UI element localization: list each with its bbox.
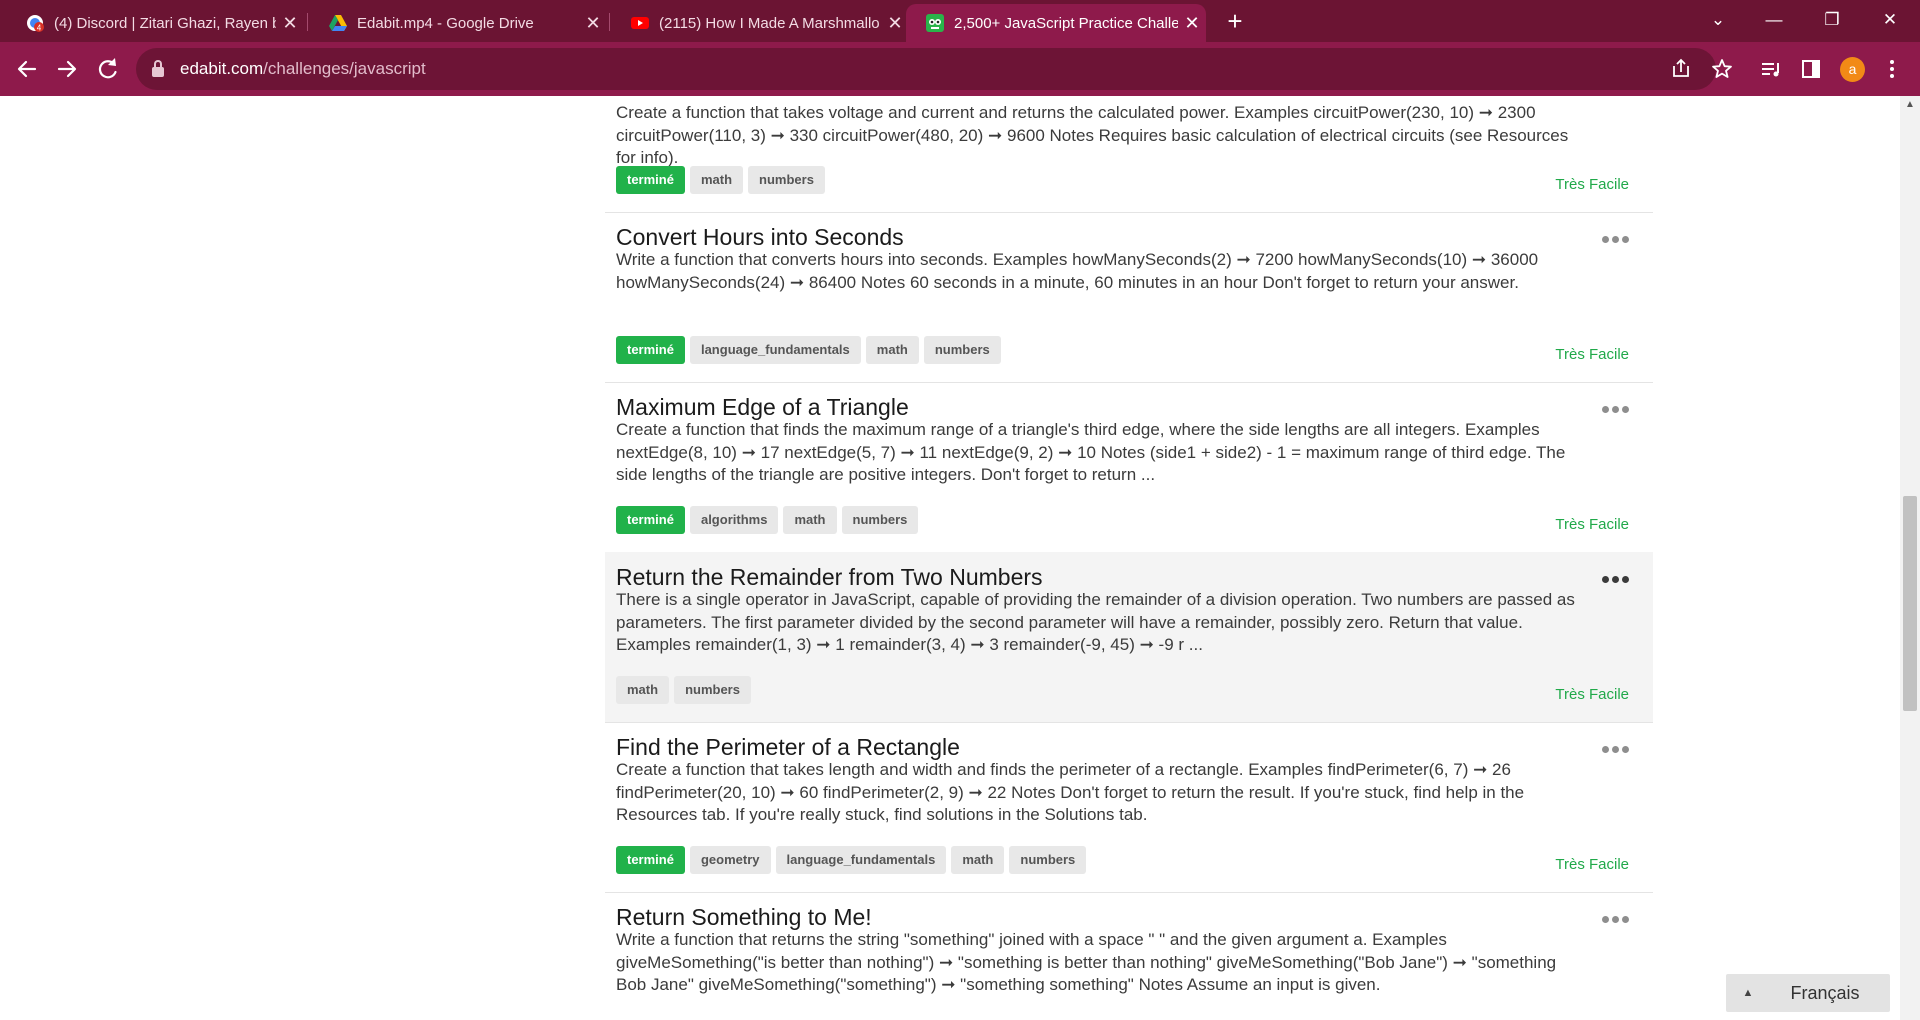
challenge-card[interactable]: Convert Hours into Seconds Write a funct… xyxy=(605,212,1653,383)
bookmark-star-icon[interactable] xyxy=(1706,53,1738,85)
reload-icon xyxy=(98,58,117,79)
status-tag-done[interactable]: terminé xyxy=(616,166,685,194)
challenge-title[interactable]: Maximum Edge of a Triangle xyxy=(616,394,909,421)
challenge-tags: math numbers xyxy=(616,676,751,704)
tab-search-dropdown-icon[interactable]: ⌄ xyxy=(1694,0,1742,40)
challenge-title[interactable]: Return Something to Me! xyxy=(616,904,872,931)
media-playlist-icon[interactable] xyxy=(1755,53,1787,85)
edabit-icon xyxy=(926,14,944,32)
tag[interactable]: language_fundamentals xyxy=(689,336,861,364)
google-drive-icon xyxy=(329,14,347,32)
tab-title: (4) Discord | Zitari Ghazi, Rayen b xyxy=(54,14,276,32)
tab-title: (2115) How I Made A Marshmallo xyxy=(659,14,880,32)
more-options-icon[interactable] xyxy=(1602,916,1629,923)
discord-badge-icon: 4 xyxy=(26,14,44,33)
tab-title: Edabit.mp4 - Google Drive xyxy=(357,14,534,32)
challenge-title[interactable]: Return the Remainder from Two Numbers xyxy=(616,564,1043,591)
difficulty-label: Très Facile xyxy=(1555,856,1629,873)
tab-separator xyxy=(609,13,610,31)
tab-close-icon[interactable]: ✕ xyxy=(1178,13,1206,34)
share-icon[interactable] xyxy=(1665,53,1697,85)
kebab-menu-icon[interactable] xyxy=(1876,53,1908,85)
tag[interactable]: language_fundamentals xyxy=(775,846,947,874)
tag[interactable]: algorithms xyxy=(689,506,779,534)
challenge-card[interactable]: Return the Remainder from Two Numbers Th… xyxy=(605,552,1653,723)
challenge-tags: terminé language_fundamentals math numbe… xyxy=(616,336,1001,364)
restore-button[interactable]: ❐ xyxy=(1808,0,1856,40)
svg-text:4: 4 xyxy=(37,24,42,33)
challenge-card[interactable]: Find the Perimeter of a Rectangle Create… xyxy=(605,722,1653,893)
scroll-up-arrow-icon[interactable]: ▲ xyxy=(1900,98,1920,112)
url-text: edabit.com/challenges/javascript xyxy=(180,59,426,78)
browser-toolbar: edabit.com/challenges/javascript a xyxy=(0,42,1920,96)
tab-youtube[interactable]: (2115) How I Made A Marshmallo ✕ xyxy=(611,4,909,42)
tab-close-icon[interactable]: ✕ xyxy=(276,13,304,34)
new-tab-button[interactable]: + xyxy=(1220,6,1250,36)
tag[interactable]: numbers xyxy=(748,166,825,194)
forward-button[interactable] xyxy=(51,53,83,85)
status-tag-done[interactable]: terminé xyxy=(616,336,685,364)
tag[interactable]: numbers xyxy=(674,676,751,704)
difficulty-label: Très Facile xyxy=(1555,176,1629,193)
challenge-description: Write a function that converts hours int… xyxy=(616,250,1539,292)
tab-title: 2,500+ JavaScript Practice Challen xyxy=(954,14,1178,32)
tag[interactable]: math xyxy=(783,506,837,534)
challenge-description: Write a function that returns the string… xyxy=(616,930,1557,994)
tag[interactable]: geometry xyxy=(689,846,771,874)
more-options-icon[interactable] xyxy=(1602,746,1629,753)
status-tag-done[interactable]: terminé xyxy=(616,506,685,534)
challenge-description: There is a single operator in JavaScript… xyxy=(616,590,1575,654)
challenge-tags: terminé geometry language_fundamentals m… xyxy=(616,846,1087,874)
tab-strip: 4 (4) Discord | Zitari Ghazi, Rayen b ✕ … xyxy=(0,0,1920,42)
challenge-tags: terminé algorithms math numbers xyxy=(616,506,919,534)
tag[interactable]: math xyxy=(951,846,1005,874)
tag[interactable]: numbers xyxy=(923,336,1001,364)
tab-separator xyxy=(307,13,308,31)
tab-close-icon[interactable]: ✕ xyxy=(579,13,607,34)
tab-discord[interactable]: 4 (4) Discord | Zitari Ghazi, Rayen b ✕ xyxy=(6,4,304,42)
challenge-title[interactable]: Find the Perimeter of a Rectangle xyxy=(616,734,960,761)
more-options-icon[interactable] xyxy=(1602,406,1629,413)
challenge-description: Create a function that takes length and … xyxy=(616,760,1525,824)
side-panel-icon[interactable] xyxy=(1795,53,1827,85)
challenge-list: Create a function that takes voltage and… xyxy=(0,96,1900,1020)
challenge-card[interactable]: Create a function that takes voltage and… xyxy=(605,96,1653,213)
forward-arrow-icon xyxy=(57,60,77,78)
profile-avatar[interactable]: a xyxy=(1840,57,1865,82)
caret-up-icon: ▲ xyxy=(1742,987,1754,999)
challenge-tags: terminé math numbers xyxy=(616,166,825,194)
difficulty-label: Très Facile xyxy=(1555,516,1629,533)
more-options-icon[interactable] xyxy=(1602,236,1629,243)
language-switcher[interactable]: ▲ Français xyxy=(1726,974,1890,1012)
back-button[interactable] xyxy=(11,53,43,85)
status-tag-done[interactable]: terminé xyxy=(616,846,685,874)
lock-icon xyxy=(152,60,164,77)
tab-google-drive[interactable]: Edabit.mp4 - Google Drive ✕ xyxy=(309,4,607,42)
address-bar[interactable]: edabit.com/challenges/javascript xyxy=(136,48,1716,90)
youtube-icon xyxy=(631,14,649,32)
difficulty-label: Très Facile xyxy=(1555,346,1629,363)
tab-close-icon[interactable]: ✕ xyxy=(881,13,909,34)
tag[interactable]: math xyxy=(689,166,744,194)
tag[interactable]: math xyxy=(865,336,919,364)
tag[interactable]: numbers xyxy=(841,506,919,534)
challenge-title[interactable]: Convert Hours into Seconds xyxy=(616,224,904,251)
challenge-description: Create a function that takes voltage and… xyxy=(616,103,1569,167)
tab-edabit-active[interactable]: 2,500+ JavaScript Practice Challen ✕ xyxy=(906,4,1206,42)
reload-button[interactable] xyxy=(91,53,123,85)
language-label: Français xyxy=(1790,982,1860,1003)
difficulty-label: Très Facile xyxy=(1555,686,1629,703)
scrollbar-thumb[interactable] xyxy=(1903,496,1917,711)
challenge-card[interactable]: Maximum Edge of a Triangle Create a func… xyxy=(605,382,1653,553)
tag[interactable]: numbers xyxy=(1009,846,1087,874)
back-arrow-icon xyxy=(17,60,37,78)
minimize-button[interactable]: — xyxy=(1750,0,1798,40)
close-window-button[interactable]: ✕ xyxy=(1866,0,1914,40)
more-options-icon[interactable] xyxy=(1602,576,1629,583)
tag[interactable]: math xyxy=(616,676,670,704)
challenge-description: Create a function that finds the maximum… xyxy=(616,420,1566,484)
challenge-card[interactable]: Return Something to Me! Write a function… xyxy=(605,892,1653,1020)
